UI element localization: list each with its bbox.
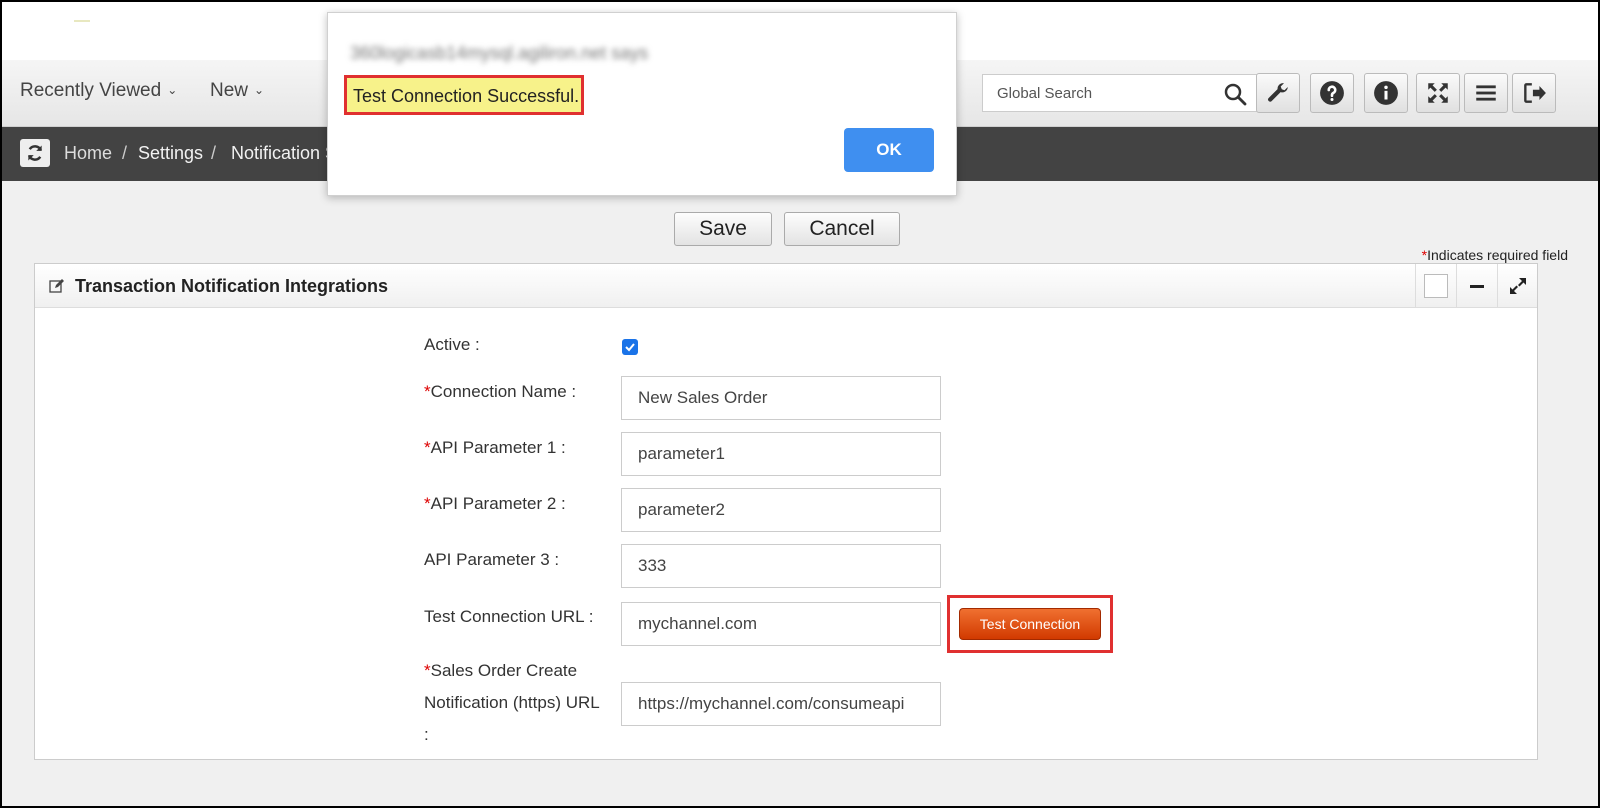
required-star: * — [424, 438, 431, 457]
breadcrumb-home[interactable]: Home — [64, 143, 112, 164]
connection-name-field[interactable]: New Sales Order — [621, 376, 941, 420]
panel-header: Transaction Notification Integrations — [35, 264, 1537, 308]
sales-order-url-label-line3: : — [424, 725, 429, 744]
minus-icon — [1470, 284, 1484, 288]
recently-viewed-label: Recently Viewed — [20, 80, 162, 101]
info-icon — [1374, 81, 1398, 105]
active-checkbox[interactable] — [622, 339, 638, 355]
new-menu[interactable]: New ⌄ — [210, 80, 264, 102]
breadcrumb-settings[interactable]: Settings — [138, 143, 203, 164]
breadcrumb-separator: / — [122, 143, 128, 163]
required-note-text: Indicates required field — [1427, 247, 1568, 263]
ok-button[interactable]: OK — [844, 128, 934, 172]
required-star: * — [424, 661, 431, 680]
save-button[interactable]: Save — [674, 212, 772, 246]
test-url-label: Test Connection URL : — [424, 607, 594, 626]
chevron-down-icon: ⌄ — [167, 83, 178, 97]
panel-title: Transaction Notification Integrations — [75, 276, 389, 296]
chevron-down-icon: ⌄ — [254, 83, 265, 97]
api-param-3-label: API Parameter 3 : — [424, 550, 560, 569]
panel-checkbox — [1424, 273, 1448, 298]
required-star: * — [424, 494, 431, 513]
search-icon[interactable] — [1223, 82, 1247, 106]
app-frame: Recently Viewed ⌄ New ⌄ Global Search Ho… — [0, 0, 1600, 808]
integration-panel: Transaction Notification Integrations Ac… — [34, 263, 1538, 760]
required-star: * — [424, 382, 431, 401]
api-param-2-field[interactable]: parameter2 — [621, 488, 941, 532]
api-param-3-field[interactable]: 333 — [621, 544, 941, 588]
new-label: New — [210, 80, 249, 101]
required-field-note: *Indicates required field — [1422, 247, 1568, 263]
sales-order-url-field[interactable]: https://mychannel.com/consumeapi — [621, 682, 941, 726]
logout-button[interactable] — [1512, 73, 1556, 113]
fullscreen-button[interactable] — [1416, 73, 1460, 113]
connection-name-label-text: Connection Name : — [430, 382, 577, 401]
cancel-button[interactable]: Cancel — [784, 212, 900, 246]
expand-arrows-icon — [1510, 277, 1526, 294]
search-input[interactable]: Global Search — [997, 85, 1092, 102]
breadcrumb-current: Notification S — [231, 143, 338, 163]
alert-dialog: 360logicasb14mysql.agiliron.net says Tes… — [327, 12, 957, 196]
api-param-1-label: *API Parameter 1 : — [424, 438, 566, 458]
expand-icon — [1428, 83, 1448, 103]
menu-button[interactable] — [1464, 73, 1508, 113]
logo — [74, 20, 90, 22]
active-label: Active : — [424, 335, 480, 354]
recently-viewed-menu[interactable]: Recently Viewed ⌄ — [20, 80, 177, 102]
panel-select-button[interactable] — [1415, 264, 1456, 307]
sales-order-url-label: *Sales Order Create Notification (https) … — [424, 655, 600, 751]
question-icon — [1320, 81, 1344, 105]
highlight-box — [947, 595, 1113, 653]
sales-order-url-label-line2: Notification (https) URL — [424, 693, 600, 712]
api-param-1-label-text: API Parameter 1 : — [430, 438, 566, 457]
maximize-button[interactable] — [1497, 264, 1538, 307]
check-icon — [625, 343, 635, 352]
edit-icon — [49, 279, 64, 293]
connection-name-label: *Connection Name : — [424, 382, 576, 402]
api-param-2-label: *API Parameter 2 : — [424, 494, 566, 514]
sales-order-url-label-line1: Sales Order Create — [430, 661, 578, 680]
wrench-icon — [1268, 83, 1288, 102]
breadcrumb-separator: / — [211, 143, 217, 163]
tools-button[interactable] — [1256, 73, 1300, 113]
logout-icon — [1524, 83, 1546, 103]
info-button[interactable] — [1364, 73, 1408, 113]
test-url-field[interactable]: mychannel.com — [621, 602, 941, 646]
global-search[interactable]: Global Search — [982, 74, 1258, 112]
help-button[interactable] — [1310, 73, 1354, 113]
collapse-button[interactable] — [1456, 264, 1497, 307]
dialog-origin: 360logicasb14mysql.agiliron.net says — [350, 43, 649, 63]
api-param-1-field[interactable]: parameter1 — [621, 432, 941, 476]
dialog-message: Test Connection Successful. — [344, 75, 584, 115]
api-param-2-label-text: API Parameter 2 : — [430, 494, 566, 513]
refresh-icon — [27, 145, 43, 161]
refresh-button[interactable] — [20, 139, 50, 167]
hamburger-icon — [1476, 85, 1496, 101]
